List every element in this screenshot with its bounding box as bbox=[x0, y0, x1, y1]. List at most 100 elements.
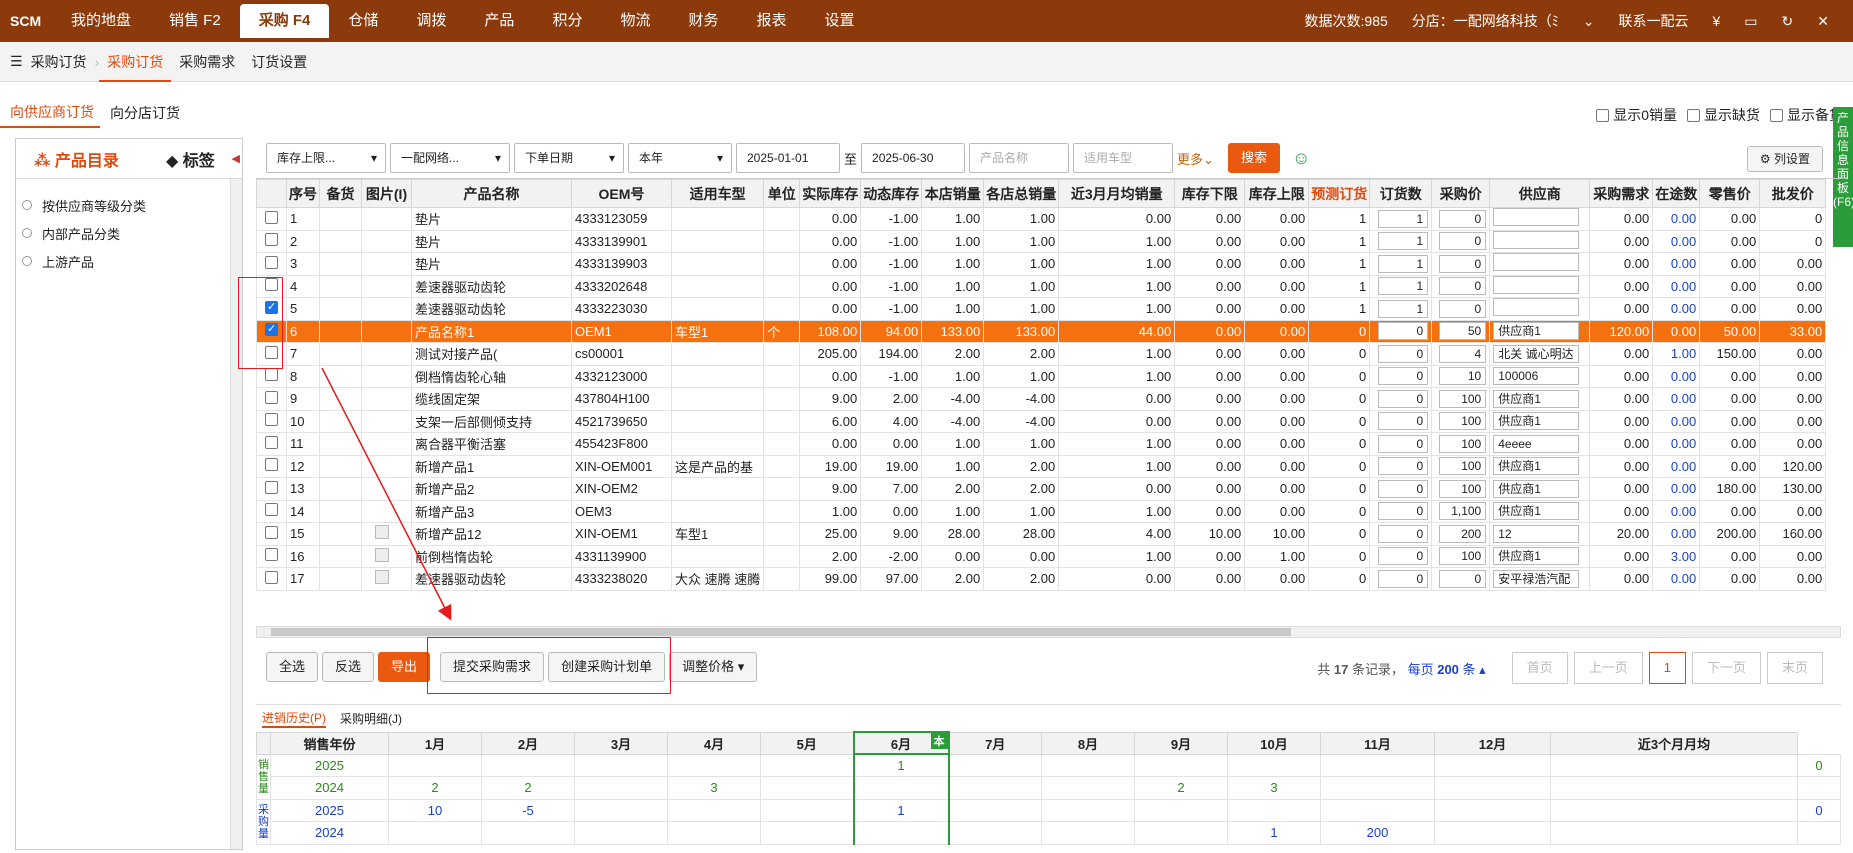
order-qty-input[interactable]: 0 bbox=[1377, 524, 1429, 543]
date-from-input[interactable]: 2025-01-01 bbox=[736, 143, 840, 173]
image-cell[interactable] bbox=[361, 567, 412, 591]
supplier-cell[interactable] bbox=[1489, 274, 1591, 298]
col-header-20[interactable]: 在途数 bbox=[1652, 179, 1701, 208]
tab-purchase-need[interactable]: 采购需求 bbox=[171, 42, 243, 82]
cell-transit[interactable]: 0.00 bbox=[1652, 364, 1701, 388]
col-header-13[interactable]: 库存下限 bbox=[1174, 179, 1246, 208]
supplier-input[interactable]: 供应商1 bbox=[1493, 502, 1579, 521]
cell-transit[interactable]: 1.00 bbox=[1652, 342, 1701, 366]
cell-transit[interactable]: 0.00 bbox=[1652, 207, 1701, 231]
order-qty-cell[interactable]: 1 bbox=[1369, 207, 1433, 231]
period-select[interactable]: 本年 bbox=[628, 143, 732, 173]
col-header-22[interactable]: 批发价 bbox=[1759, 179, 1827, 208]
image-cell[interactable] bbox=[361, 432, 412, 456]
col-header-4[interactable]: 产品名称 bbox=[411, 179, 572, 208]
stockup-cell[interactable] bbox=[319, 522, 362, 546]
col-header-17[interactable]: 采购价 bbox=[1431, 179, 1491, 208]
purchase-price-cell[interactable]: 100 bbox=[1431, 454, 1491, 478]
row-checkbox[interactable] bbox=[256, 207, 287, 231]
order-qty-cell[interactable]: 1 bbox=[1369, 252, 1433, 276]
purchase-price-cell[interactable]: 50 bbox=[1431, 319, 1491, 343]
supplier-input[interactable] bbox=[1493, 275, 1579, 294]
supplier-cell[interactable] bbox=[1489, 207, 1591, 231]
stockup-cell[interactable] bbox=[319, 454, 362, 478]
supplier-input[interactable]: 安平禄浩汽配 bbox=[1493, 569, 1579, 588]
supplier-cell[interactable]: 供应商1 bbox=[1489, 319, 1591, 343]
purchase-price-input[interactable]: 0 bbox=[1439, 254, 1487, 273]
row-checkbox[interactable] bbox=[256, 252, 287, 276]
clear-filter-icon[interactable]: ☺ bbox=[1292, 148, 1310, 169]
order-qty-cell[interactable]: 0 bbox=[1369, 499, 1433, 523]
purchase-price-input[interactable]: 1,100 bbox=[1439, 502, 1487, 521]
purchase-price-input[interactable]: 100 bbox=[1439, 389, 1487, 408]
col-header-21[interactable]: 零售价 bbox=[1699, 179, 1761, 208]
nav-item-8[interactable]: 财务 bbox=[669, 0, 737, 42]
cell-transit[interactable]: 3.00 bbox=[1652, 544, 1701, 568]
nav-item-5[interactable]: 产品 bbox=[465, 0, 533, 42]
table-row[interactable]: 1 垫片 4333123059 0.00 -1.00 1.00 1.00 0.00 0.00 0.… bbox=[256, 207, 1827, 231]
search-button[interactable]: 搜索 bbox=[1227, 143, 1280, 173]
product-name[interactable]: 差速器驱动齿轮 bbox=[411, 274, 572, 298]
close-icon[interactable]: ✕ bbox=[1817, 13, 1829, 30]
more-filters-link[interactable]: 更多⌄ bbox=[1177, 149, 1214, 168]
product-name[interactable]: 新增产品1 bbox=[411, 454, 572, 478]
expand-icon[interactable] bbox=[22, 256, 32, 266]
order-qty-cell[interactable]: 0 bbox=[1369, 342, 1433, 366]
product-name[interactable]: 新增产品3 bbox=[411, 499, 572, 523]
show-zero-sales-checkbox[interactable]: 显示0销量 bbox=[1596, 105, 1677, 125]
select-all-button[interactable]: 全选 bbox=[266, 652, 319, 682]
order-qty-input[interactable]: 0 bbox=[1377, 547, 1429, 566]
stockup-cell[interactable] bbox=[319, 432, 362, 456]
purchase-price-cell[interactable]: 100 bbox=[1431, 477, 1491, 501]
purchase-price-input[interactable]: 0 bbox=[1439, 569, 1487, 588]
supplier-input[interactable]: 12 bbox=[1493, 524, 1579, 543]
stockup-cell[interactable] bbox=[319, 319, 362, 343]
tab-purchase-order[interactable]: 采购订货 bbox=[99, 42, 172, 82]
nav-item-7[interactable]: 物流 bbox=[601, 0, 669, 42]
nav-item-2[interactable]: 采购 F4 bbox=[239, 4, 330, 38]
image-cell[interactable] bbox=[361, 499, 412, 523]
supplier-input[interactable] bbox=[1493, 298, 1579, 317]
order-qty-cell[interactable]: 0 bbox=[1369, 319, 1433, 343]
image-cell[interactable] bbox=[361, 342, 412, 366]
supplier-cell[interactable]: 安平禄浩汽配 bbox=[1489, 567, 1591, 591]
supplier-cell[interactable]: 供应商1 bbox=[1489, 544, 1591, 568]
purchase-price-cell[interactable]: 0 bbox=[1431, 297, 1491, 321]
table-row[interactable]: 3 垫片 4333139903 0.00 -1.00 1.00 1.00 1.00 0.00 0.… bbox=[256, 252, 1827, 276]
product-name[interactable]: 新增产品2 bbox=[411, 477, 572, 501]
page-size-selector[interactable]: 每页 200 条 ▴ bbox=[1408, 662, 1486, 677]
cell-transit[interactable]: 0.00 bbox=[1652, 252, 1701, 276]
col-header-7[interactable]: 单位 bbox=[763, 179, 801, 208]
next-page-button[interactable]: 下一页 bbox=[1691, 652, 1761, 684]
table-row[interactable]: 8 倒档惰齿轮心轴 4332123000 0.00 -1.00 1.00 1.00 1.00 0… bbox=[256, 364, 1827, 388]
show-stockout-checkbox[interactable]: 显示缺货 bbox=[1687, 105, 1760, 125]
supplier-cell[interactable]: 供应商1 bbox=[1489, 477, 1591, 501]
product-name[interactable]: 垫片 bbox=[411, 252, 572, 276]
order-qty-cell[interactable]: 0 bbox=[1369, 409, 1433, 433]
purchase-price-cell[interactable]: 0 bbox=[1431, 274, 1491, 298]
supplier-input[interactable]: 供应商1 bbox=[1493, 479, 1579, 498]
purchase-price-cell[interactable]: 100 bbox=[1431, 409, 1491, 433]
image-cell[interactable] bbox=[361, 229, 412, 253]
row-checkbox[interactable] bbox=[256, 387, 287, 411]
col-header-12[interactable]: 近3月月均销量 bbox=[1058, 179, 1176, 208]
order-qty-cell[interactable]: 0 bbox=[1369, 364, 1433, 388]
table-row[interactable]: 5差速器驱动齿轮43332230300.00-1.001.001.001.000… bbox=[256, 297, 1827, 321]
table-row[interactable]: 15 新增产品12 XIN-OEM1 车型1 25.00 9.00 28.00 28.00 4.… bbox=[256, 522, 1827, 546]
supplier-input[interactable]: 供应商1 bbox=[1493, 457, 1579, 476]
cell-transit[interactable]: 0.00 bbox=[1652, 387, 1701, 411]
purchase-price-input[interactable]: 50 bbox=[1439, 322, 1487, 341]
date-type-select[interactable]: 下单日期 bbox=[514, 143, 624, 173]
stockup-cell[interactable] bbox=[319, 297, 362, 321]
row-checkbox[interactable] bbox=[256, 409, 287, 433]
message-icon[interactable]: ▭ bbox=[1744, 13, 1757, 30]
tree-item-upstream-product[interactable]: 上游产品 bbox=[16, 247, 242, 275]
image-cell[interactable] bbox=[361, 274, 412, 298]
product-name[interactable]: 前倒档惰齿轮 bbox=[411, 544, 572, 568]
order-qty-cell[interactable]: 1 bbox=[1369, 229, 1433, 253]
row-checkbox[interactable] bbox=[256, 499, 287, 523]
stock-limit-select[interactable]: 库存上限... bbox=[266, 143, 386, 173]
purchase-price-cell[interactable]: 100 bbox=[1431, 544, 1491, 568]
purchase-price-cell[interactable]: 10 bbox=[1431, 364, 1491, 388]
product-name[interactable]: 差速器驱动齿轮 bbox=[411, 297, 572, 321]
